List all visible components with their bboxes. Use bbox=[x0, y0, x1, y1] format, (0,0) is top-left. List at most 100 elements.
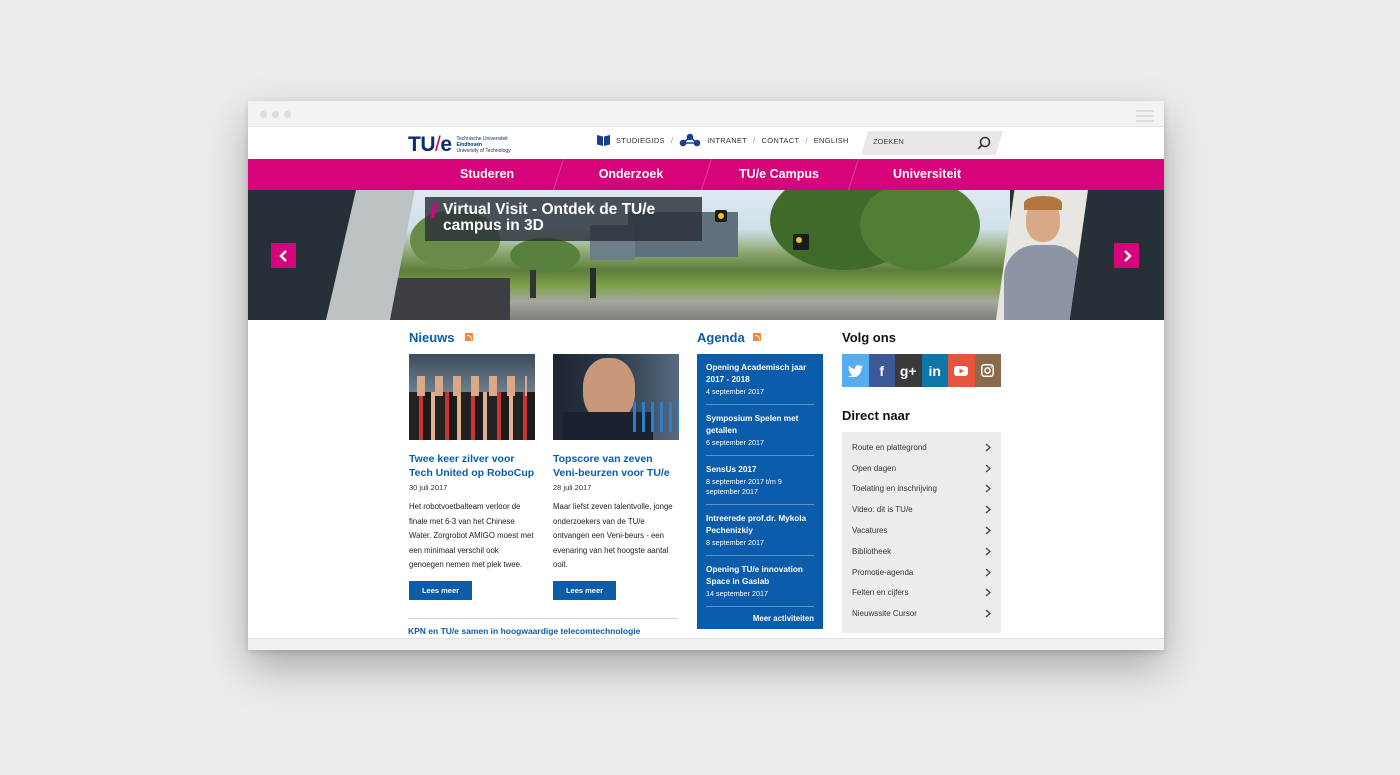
twitter-icon[interactable] bbox=[842, 354, 869, 387]
instagram-icon[interactable] bbox=[974, 354, 1001, 387]
chevron-right-icon bbox=[985, 484, 991, 493]
agenda-item[interactable]: SensUs 2017 8 september 2017 t/m 9 septe… bbox=[706, 456, 814, 505]
direct-link[interactable]: Open dagen bbox=[852, 458, 1001, 479]
agenda-item[interactable]: Symposium Spelen met getallen 6 septembe… bbox=[706, 405, 814, 456]
english-link[interactable]: ENGLISH bbox=[814, 136, 849, 145]
utility-nav: STUDIEGIDS / INTRANET / CONTACT / ENGLIS… bbox=[597, 133, 849, 147]
direct-link-label: Promotie-agenda bbox=[852, 567, 914, 577]
direct-link[interactable]: Vacatures bbox=[852, 520, 1001, 541]
agenda-title: Intreerede prof.dr. Mykola Pechenizkiy bbox=[706, 514, 807, 535]
title-slash bbox=[429, 203, 439, 218]
google-plus-icon[interactable]: g+ bbox=[895, 354, 922, 387]
team-crowd bbox=[409, 392, 535, 440]
chevron-right-icon bbox=[985, 547, 991, 556]
search-input[interactable] bbox=[873, 137, 973, 146]
logo-text: Technische Universiteit Eindhoven Univer… bbox=[457, 136, 511, 154]
rss-icon[interactable] bbox=[465, 333, 473, 341]
chevron-right-icon bbox=[985, 588, 991, 597]
direct-link-label: Open dagen bbox=[852, 463, 897, 473]
page-bottom-strip bbox=[248, 638, 1164, 650]
news-title[interactable]: Twee keer zilver voor Tech United op Rob… bbox=[409, 452, 535, 480]
news-headline-link[interactable]: KPN en TU/e samen in hoogwaardige teleco… bbox=[408, 626, 640, 636]
agenda-title: Opening TU/e innovation Space in Gaslab bbox=[706, 565, 803, 586]
nav-item-studeren[interactable]: Studeren bbox=[410, 159, 560, 190]
map-marker-icon[interactable] bbox=[793, 234, 809, 250]
separator: / bbox=[670, 135, 674, 145]
agenda-title: SensUs 2017 bbox=[706, 465, 757, 474]
read-more-button[interactable]: Lees meer bbox=[409, 580, 472, 600]
news-description: Maar liefst zeven talentvolle, jonge ond… bbox=[553, 502, 673, 569]
divider bbox=[408, 618, 678, 619]
rss-icon[interactable] bbox=[753, 333, 761, 341]
lab-equipment bbox=[633, 402, 679, 432]
agenda-heading: Agenda bbox=[697, 330, 745, 345]
carousel-prev-button[interactable] bbox=[271, 243, 296, 268]
news-item: Twee keer zilver voor Tech United op Rob… bbox=[409, 354, 535, 600]
agenda-item[interactable]: Opening TU/e innovation Space in Gaslab … bbox=[706, 556, 814, 607]
more-activities-link[interactable]: Meer activiteiten bbox=[706, 614, 814, 623]
search-box bbox=[861, 131, 1003, 155]
pedestrian bbox=[530, 270, 536, 298]
window-dot[interactable] bbox=[260, 111, 267, 118]
person-shirt bbox=[1004, 245, 1084, 320]
tue-logo[interactable]: TU/e Technische Universiteit Eindhoven U… bbox=[408, 133, 511, 157]
agenda-panel: Opening Academisch jaar 2017 - 2018 4 se… bbox=[697, 354, 823, 629]
nav-item-tue-campus[interactable]: TU/e Campus bbox=[704, 159, 854, 190]
facebook-icon[interactable]: f bbox=[868, 354, 895, 387]
nav-item-universiteit[interactable]: Universiteit bbox=[852, 159, 1002, 190]
news-description: Het robotvoetbalteam verloor de finale m… bbox=[409, 502, 534, 569]
agenda-date: 8 september 2017 t/m 9 september 2017 bbox=[706, 477, 782, 496]
direct-link-label: Bibliotheek bbox=[852, 546, 892, 556]
contact-link[interactable]: CONTACT bbox=[762, 136, 800, 145]
separator: / bbox=[753, 135, 756, 145]
news-image-robocup[interactable] bbox=[409, 354, 535, 440]
logo-mark-left: TU bbox=[408, 133, 436, 156]
direct-link-label: Nieuwssite Cursor bbox=[852, 609, 917, 619]
hamburger-icon[interactable] bbox=[1136, 110, 1154, 125]
direct-link-label: Vacatures bbox=[852, 526, 888, 536]
window-dot[interactable] bbox=[284, 111, 291, 118]
carousel-next-button[interactable] bbox=[1114, 243, 1139, 268]
pedestrian bbox=[590, 268, 596, 298]
separator: / bbox=[805, 135, 808, 145]
linkedin-icon[interactable]: in bbox=[921, 354, 948, 387]
direct-link[interactable]: Nieuwssite Cursor bbox=[852, 603, 1001, 624]
chevron-right-icon bbox=[985, 505, 991, 514]
hero-title-box[interactable]: Virtual Visit - Ontdek de TU/e campus in… bbox=[425, 197, 702, 241]
hero-title: Virtual Visit - Ontdek de TU/e campus in… bbox=[443, 201, 656, 234]
direct-link[interactable]: Toelating en inschrijving bbox=[852, 479, 1001, 500]
direct-link-label: Feiten en cijfers bbox=[852, 588, 909, 598]
search-icon[interactable] bbox=[977, 136, 991, 150]
network-icon bbox=[679, 133, 701, 147]
studiegids-link[interactable]: STUDIEGIDS bbox=[616, 136, 665, 145]
agenda-title: Opening Academisch jaar 2017 - 2018 bbox=[706, 363, 807, 384]
map-marker-icon[interactable] bbox=[715, 210, 727, 222]
intranet-link[interactable]: INTRANET bbox=[707, 136, 747, 145]
youtube-icon[interactable] bbox=[948, 354, 975, 387]
news-date: 30 juli 2017 bbox=[409, 483, 448, 492]
agenda-date: 14 september 2017 bbox=[706, 589, 768, 598]
direct-link-label: Toelating en inschrijving bbox=[852, 484, 937, 494]
news-image-veni[interactable] bbox=[553, 354, 679, 440]
chevron-right-icon bbox=[1123, 249, 1132, 262]
direct-link[interactable]: Feiten en cijfers bbox=[852, 583, 1001, 604]
direct-link[interactable]: Route en plattegrond bbox=[852, 437, 1001, 458]
window-dot[interactable] bbox=[272, 111, 279, 118]
agenda-item[interactable]: Intreerede prof.dr. Mykola Pechenizkiy 8… bbox=[706, 505, 814, 556]
logo-mark: TU/e bbox=[408, 133, 452, 157]
agenda-title: Symposium Spelen met getallen bbox=[706, 414, 799, 435]
agenda-date: 4 september 2017 bbox=[706, 387, 764, 396]
agenda-date: 8 september 2017 bbox=[706, 538, 764, 547]
book-icon bbox=[597, 135, 610, 146]
direct-link[interactable]: Video: dit is TU/e bbox=[852, 499, 1001, 520]
direct-link[interactable]: Promotie-agenda bbox=[852, 562, 1001, 583]
read-more-button[interactable]: Lees meer bbox=[553, 580, 616, 600]
chevron-right-icon bbox=[985, 568, 991, 577]
agenda-item[interactable]: Opening Academisch jaar 2017 - 2018 4 se… bbox=[706, 354, 814, 405]
hero-carousel: Virtual Visit - Ontdek de TU/e campus in… bbox=[248, 190, 1164, 320]
direct-link[interactable]: Bibliotheek bbox=[852, 541, 1001, 562]
chevron-right-icon bbox=[985, 443, 991, 452]
news-title[interactable]: Topscore van zeven Veni-beurzen voor TU/… bbox=[553, 452, 679, 480]
logo-mark-right: e bbox=[440, 133, 452, 156]
nav-item-onderzoek[interactable]: Onderzoek bbox=[556, 159, 706, 190]
